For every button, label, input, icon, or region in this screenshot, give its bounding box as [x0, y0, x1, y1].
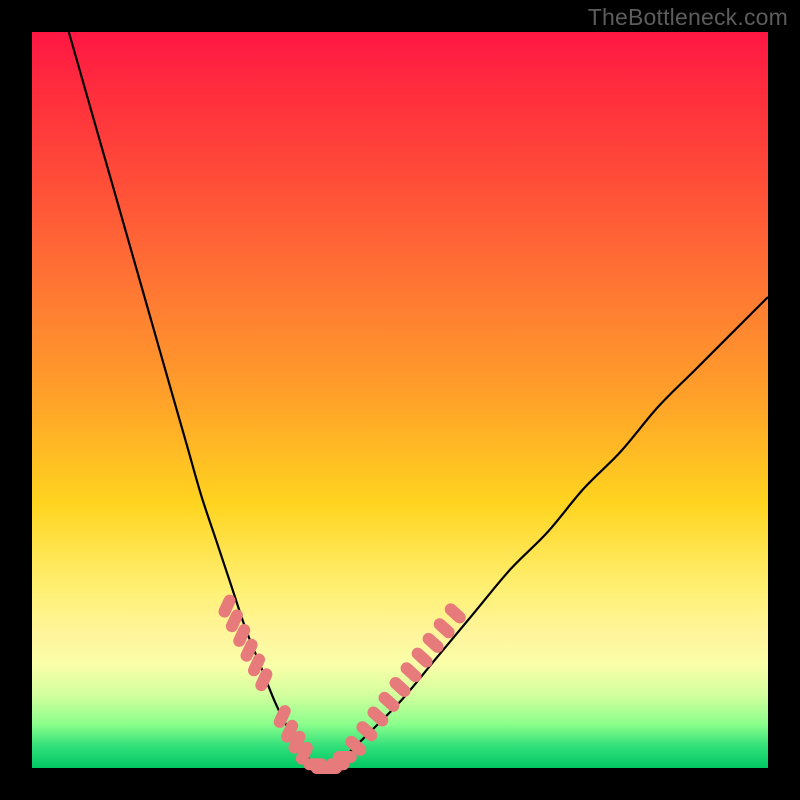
- curve-svg: [32, 32, 768, 768]
- curve-marker: [333, 751, 357, 763]
- marker-group: [217, 593, 469, 774]
- watermark-text: TheBottleneck.com: [588, 4, 788, 31]
- plot-area: [32, 32, 768, 768]
- chart-frame: TheBottleneck.com: [0, 0, 800, 800]
